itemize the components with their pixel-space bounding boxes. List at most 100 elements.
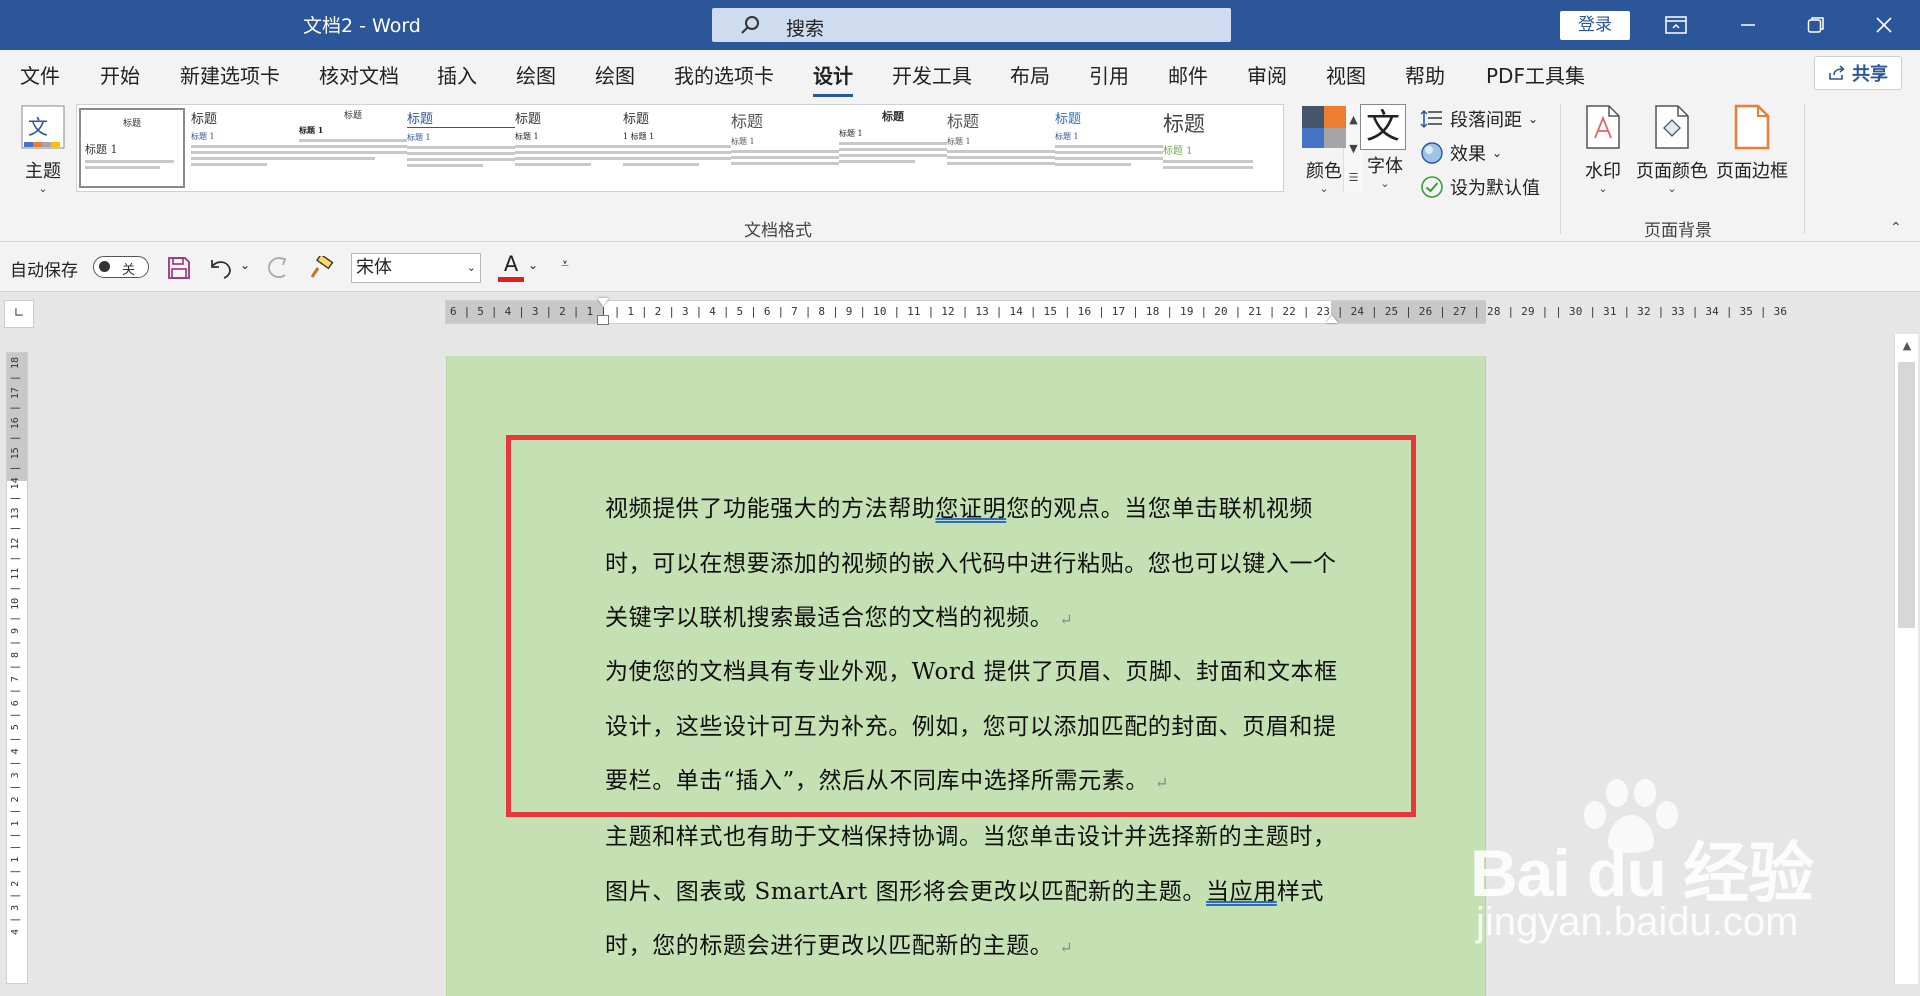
- scrollbar-thumb[interactable]: [1898, 362, 1915, 628]
- share-label: 共享: [1852, 64, 1888, 85]
- title-bar: 文档2 - Word 搜索 登录: [0, 0, 1920, 50]
- tab-pdf-tools[interactable]: PDF工具集: [1486, 60, 1585, 89]
- restore-button[interactable]: [1786, 0, 1846, 50]
- paragraph-1[interactable]: 视频提供了功能强大的方法帮助您证明您的观点。当您单击联机视频时，可以在想要添加的…: [605, 482, 1345, 648]
- save-icon[interactable]: [167, 256, 191, 280]
- style-heading: 标题 1: [515, 132, 539, 141]
- font-name-select[interactable]: 宋体 ⌄: [351, 253, 481, 283]
- style-title: 标题: [1055, 112, 1082, 127]
- paragraph-mark: ↵: [1154, 773, 1169, 792]
- style-title: 标题: [343, 111, 362, 121]
- search-label: 搜索: [786, 18, 825, 40]
- redo-icon[interactable]: [264, 256, 290, 280]
- tab-developer[interactable]: 开发工具: [892, 60, 972, 89]
- style-set-item[interactable]: 标题 标题 1: [947, 108, 1055, 188]
- autosave-toggle[interactable]: 关: [93, 256, 149, 278]
- chevron-down-icon: ⌄: [1528, 112, 1539, 126]
- undo-dropdown-icon[interactable]: ⌄: [240, 258, 250, 272]
- tab-design[interactable]: 设计: [813, 60, 853, 97]
- customize-qat-icon[interactable]: ⩡: [561, 256, 569, 272]
- tab-draw-1[interactable]: 绘图: [516, 60, 556, 89]
- collapse-ribbon-button[interactable]: ⌃: [1890, 220, 1902, 236]
- paragraph-spacing-button[interactable]: 段落间距 ⌄: [1420, 106, 1538, 132]
- vertical-ruler[interactable]: 4 | 3 | 2 | 1 | | 1 | 2 | 3 | 4 | 5 | 6 …: [6, 352, 28, 984]
- font-color-dropdown-icon[interactable]: ⌄: [528, 258, 538, 272]
- tab-layout[interactable]: 布局: [1010, 60, 1050, 89]
- tab-insert[interactable]: 插入: [437, 60, 477, 89]
- tab-draw-2[interactable]: 绘图: [595, 60, 635, 89]
- style-title: 标题: [947, 112, 980, 131]
- style-set-item[interactable]: 标题 标题 1: [515, 108, 623, 188]
- minimize-button[interactable]: [1718, 0, 1778, 50]
- login-button[interactable]: 登录: [1560, 11, 1630, 40]
- watermark-button[interactable]: 水印 ⌄: [1575, 104, 1631, 194]
- vertical-scrollbar[interactable]: ▲: [1894, 334, 1918, 984]
- style-set-gallery[interactable]: 标题 标题 1 标题 标题 1 标题 标题 1 标题 标题 1 标题 标题 1 …: [76, 104, 1363, 192]
- underlined-text: 您证明: [935, 496, 1007, 522]
- tab-references[interactable]: 引用: [1089, 60, 1129, 89]
- paragraph-mark: ↵: [1059, 938, 1074, 957]
- tab-selector[interactable]: ∟: [4, 300, 34, 328]
- search-box[interactable]: 搜索: [712, 8, 1231, 42]
- tab-new-tab[interactable]: 新建选项卡: [180, 60, 280, 89]
- style-set-item[interactable]: 标题 标题 1: [191, 108, 299, 188]
- style-set-item[interactable]: 标题 标题 1: [299, 108, 407, 188]
- style-set-item[interactable]: 标题 标题 1: [731, 108, 839, 188]
- chevron-down-icon: ⌄: [1380, 177, 1390, 190]
- tab-help[interactable]: 帮助: [1405, 60, 1445, 89]
- page-color-label: 页面颜色: [1636, 161, 1708, 182]
- style-title: 标题: [1163, 112, 1205, 136]
- toggle-knob: [99, 261, 110, 272]
- hanging-indent-marker[interactable]: [597, 315, 609, 325]
- style-title: 标题: [122, 119, 141, 129]
- format-painter-icon[interactable]: [308, 256, 334, 280]
- undo-icon[interactable]: [208, 256, 234, 280]
- set-as-default-label: 设为默认值: [1450, 178, 1540, 199]
- style-title: 标题: [515, 112, 542, 127]
- paragraph-mark: ↵: [1059, 610, 1074, 629]
- colors-button[interactable]: 颜色 ⌄: [1296, 104, 1352, 194]
- paragraph-text: 视频提供了功能强大的方法帮助: [605, 496, 936, 522]
- horizontal-ruler[interactable]: 6 | 5 | 4 | 3 | 2 | 1 | | 1 | 2 | 3 | 4 …: [445, 298, 1787, 325]
- fonts-icon: 文: [1360, 104, 1406, 150]
- tab-my-tab[interactable]: 我的选项卡: [674, 60, 774, 89]
- page-borders-button[interactable]: 页面边框: [1714, 104, 1790, 183]
- share-button[interactable]: 共享: [1814, 56, 1902, 90]
- style-set-item[interactable]: 标题 标题 1: [79, 108, 185, 188]
- baidu-watermark: Bai du 经验 jingyan.baidu.com: [1470, 775, 1820, 965]
- checkmark-icon: [1421, 176, 1443, 198]
- tab-view[interactable]: 视图: [1326, 60, 1366, 89]
- themes-icon: 文: [21, 105, 65, 149]
- close-button[interactable]: [1854, 0, 1914, 50]
- style-set-item[interactable]: 标题 标题 1: [839, 108, 947, 188]
- themes-button[interactable]: 文 主题 ⌄: [14, 104, 72, 194]
- tab-mailings[interactable]: 邮件: [1168, 60, 1208, 89]
- style-set-item[interactable]: 标题 标题 1: [1163, 108, 1253, 188]
- fonts-button[interactable]: 文 字体 ⌄: [1360, 104, 1410, 189]
- group-label-document-formatting: 文档格式: [744, 221, 812, 241]
- scroll-up-arrow[interactable]: ▲: [1895, 334, 1919, 358]
- set-as-default-button[interactable]: 设为默认值: [1420, 174, 1540, 200]
- style-set-item[interactable]: 标题 标题 1: [407, 108, 515, 188]
- style-set-item[interactable]: 标题 标题 1: [1055, 108, 1163, 188]
- font-color-button[interactable]: A: [498, 252, 524, 282]
- style-heading: 标题 1: [839, 129, 863, 138]
- font-color-letter: A: [503, 252, 519, 276]
- paragraph-spacing-icon: [1420, 110, 1442, 128]
- quick-access-toolbar: 自动保存 关 ⌄ 宋体 ⌄ A ⌄ ⩡: [0, 242, 1920, 292]
- colors-label: 颜色: [1306, 161, 1342, 182]
- tab-home[interactable]: 开始: [100, 60, 140, 89]
- paragraph-3[interactable]: 主题和样式也有助于文档保持协调。当您单击设计并选择新的主题时，图片、图表或 Sm…: [605, 810, 1345, 976]
- style-set-item[interactable]: 标题 1 标题 1: [623, 108, 731, 188]
- first-line-indent-marker[interactable]: [597, 298, 609, 306]
- tab-review[interactable]: 审阅: [1247, 60, 1287, 89]
- paragraph-2[interactable]: 为使您的文档具有专业外观，Word 提供了页眉、页脚、封面和文本框设计，这些设计…: [605, 645, 1345, 811]
- style-heading: 1 标题 1: [623, 132, 655, 141]
- effects-button[interactable]: 效果 ⌄: [1420, 140, 1502, 166]
- page-borders-icon: [1734, 104, 1770, 150]
- tab-review-doc[interactable]: 核对文档: [319, 60, 399, 89]
- page-color-button[interactable]: 页面颜色 ⌄: [1634, 104, 1710, 194]
- right-indent-marker[interactable]: [1326, 315, 1338, 323]
- ribbon-display-options-button[interactable]: [1646, 0, 1706, 50]
- tab-file[interactable]: 文件: [20, 60, 60, 89]
